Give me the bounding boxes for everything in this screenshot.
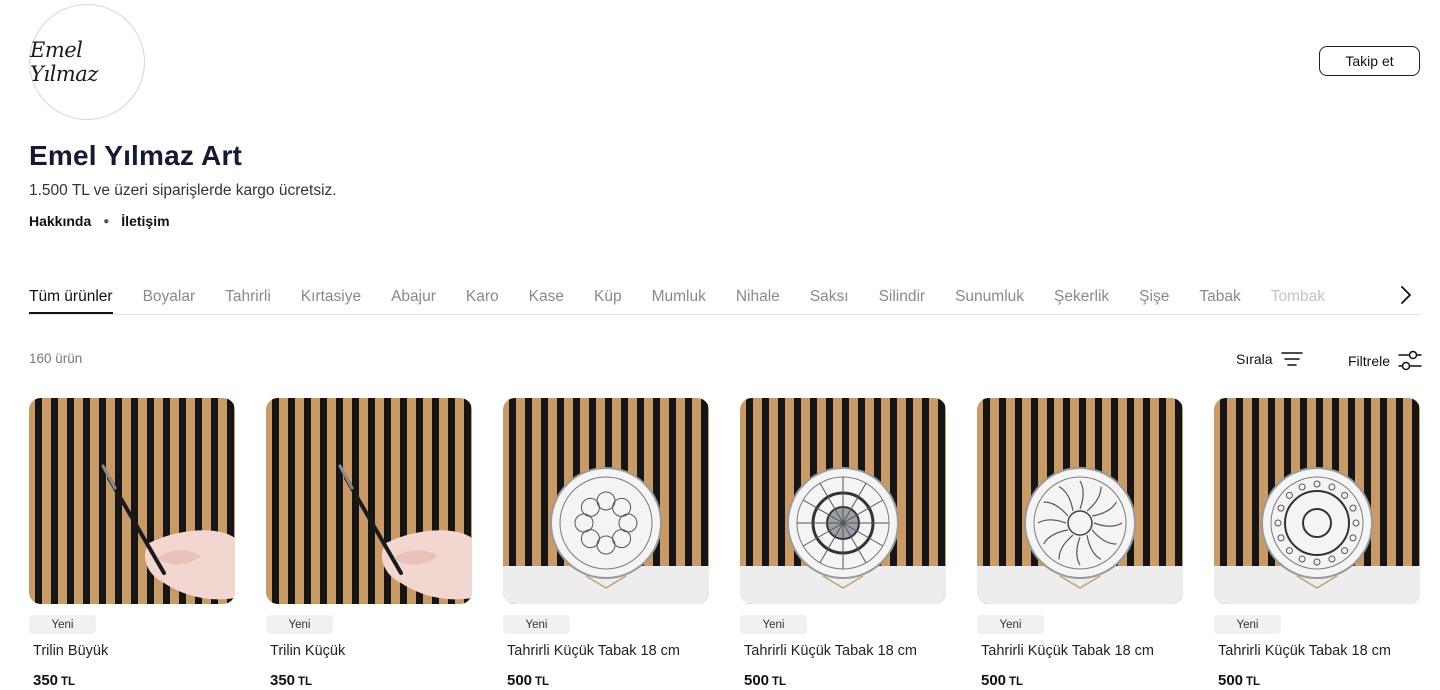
price-currency: TL	[298, 676, 313, 688]
category-tab[interactable]: Sunumluk	[955, 278, 1024, 314]
product-name[interactable]: Tahrirli Küçük Tabak 18 cm	[507, 643, 680, 659]
store-links: Hakkında ● İletişim	[29, 213, 170, 229]
new-badge: Yeni	[503, 615, 570, 634]
category-tab[interactable]: Karo	[466, 278, 499, 314]
product-card[interactable]: Yeni Tahrirli Küçük Tabak 18 cm 500 TL	[740, 398, 946, 689]
new-badge: Yeni	[1214, 615, 1281, 634]
category-tab[interactable]: Saksı	[810, 278, 849, 314]
product-price: 500 TL	[507, 672, 549, 689]
store-name: Emel Yılmaz Art	[29, 140, 243, 171]
separator-dot: ●	[103, 215, 110, 227]
category-tab[interactable]: Şekerlik	[1054, 278, 1109, 314]
category-tab[interactable]: Kase	[529, 278, 564, 314]
price-value: 350	[270, 672, 296, 689]
price-value: 350	[33, 672, 59, 689]
product-image[interactable]	[503, 398, 709, 604]
store-description: 1.500 TL ve üzeri siparişlerde kargo ücr…	[29, 182, 337, 199]
product-name[interactable]: Trilin Küçük	[270, 643, 345, 659]
store-logo[interactable]: Emel Yılmaz	[29, 4, 145, 120]
product-name[interactable]: Tahrirli Küçük Tabak 18 cm	[1218, 643, 1391, 659]
product-name[interactable]: Trilin Büyük	[33, 643, 108, 659]
new-badge: Yeni	[29, 615, 96, 634]
product-card[interactable]: Yeni Tahrirli Küçük Tabak 18 cm 500 TL	[1214, 398, 1420, 689]
product-card[interactable]: Yeni Trilin Küçük 350 TL	[266, 398, 472, 689]
product-card[interactable]: Yeni Tahrirli Küçük Tabak 18 cm 500 TL	[977, 398, 1183, 689]
sort-button[interactable]: Sırala	[1236, 350, 1303, 368]
category-tab[interactable]: Abajur	[391, 278, 436, 314]
product-price: 500 TL	[744, 672, 786, 689]
category-tab[interactable]: Silindir	[879, 278, 926, 314]
product-price: 350 TL	[270, 672, 312, 689]
product-card[interactable]: Yeni Tahrirli Küçük Tabak 18 cm 500 TL	[503, 398, 709, 689]
product-card[interactable]: Yeni Trilin Büyük 350 TL	[29, 398, 235, 689]
product-image[interactable]	[740, 398, 946, 604]
price-currency: TL	[1009, 676, 1024, 688]
category-tab[interactable]: Mumluk	[652, 278, 706, 314]
price-value: 500	[507, 672, 533, 689]
about-link[interactable]: Hakkında	[29, 213, 91, 229]
product-price: 350 TL	[33, 672, 75, 689]
product-name[interactable]: Tahrirli Küçük Tabak 18 cm	[981, 643, 1154, 659]
product-price: 500 TL	[981, 672, 1023, 689]
price-value: 500	[1218, 672, 1244, 689]
category-tab[interactable]: Küp	[594, 278, 622, 314]
price-value: 500	[981, 672, 1007, 689]
product-price: 500 TL	[1218, 672, 1260, 689]
product-image[interactable]	[266, 398, 472, 604]
filter-label: Filtrele	[1348, 353, 1391, 369]
contact-link[interactable]: İletişim	[121, 213, 169, 229]
category-tab[interactable]: Kırtasiye	[301, 278, 361, 314]
category-tabs: Tüm ürünler Boyalar Tahrirli Kırtasiye Abaju…	[29, 278, 1420, 315]
follow-button[interactable]: Takip et	[1319, 46, 1420, 76]
category-tab[interactable]: Boyalar	[143, 278, 196, 314]
category-tab[interactable]: Tombak	[1271, 278, 1325, 314]
price-value: 500	[744, 672, 770, 689]
category-tab[interactable]: Nihale	[736, 278, 780, 314]
new-badge: Yeni	[740, 615, 807, 634]
category-tab[interactable]: Tüm ürünler	[29, 278, 113, 314]
chevron-right-icon[interactable]	[1395, 284, 1417, 306]
sort-lines-icon	[1280, 352, 1303, 366]
price-currency: TL	[1246, 676, 1261, 688]
new-badge: Yeni	[266, 615, 333, 634]
product-image[interactable]	[977, 398, 1183, 604]
product-image[interactable]	[1214, 398, 1420, 604]
price-currency: TL	[61, 676, 76, 688]
product-count: 160 ürün	[29, 351, 83, 366]
sort-label: Sırala	[1236, 351, 1273, 367]
product-image[interactable]	[29, 398, 235, 604]
category-tab[interactable]: Şişe	[1139, 278, 1169, 314]
category-tab[interactable]: Tahrirli	[225, 278, 271, 314]
filter-button[interactable]: Filtrele	[1348, 350, 1422, 372]
price-currency: TL	[535, 676, 550, 688]
new-badge: Yeni	[977, 615, 1044, 634]
logo-text: Emel Yılmaz	[30, 38, 98, 86]
category-tab[interactable]: Tabak	[1199, 278, 1240, 314]
slider-filter-icon	[1398, 350, 1422, 371]
product-name[interactable]: Tahrirli Küçük Tabak 18 cm	[744, 643, 917, 659]
price-currency: TL	[772, 676, 787, 688]
